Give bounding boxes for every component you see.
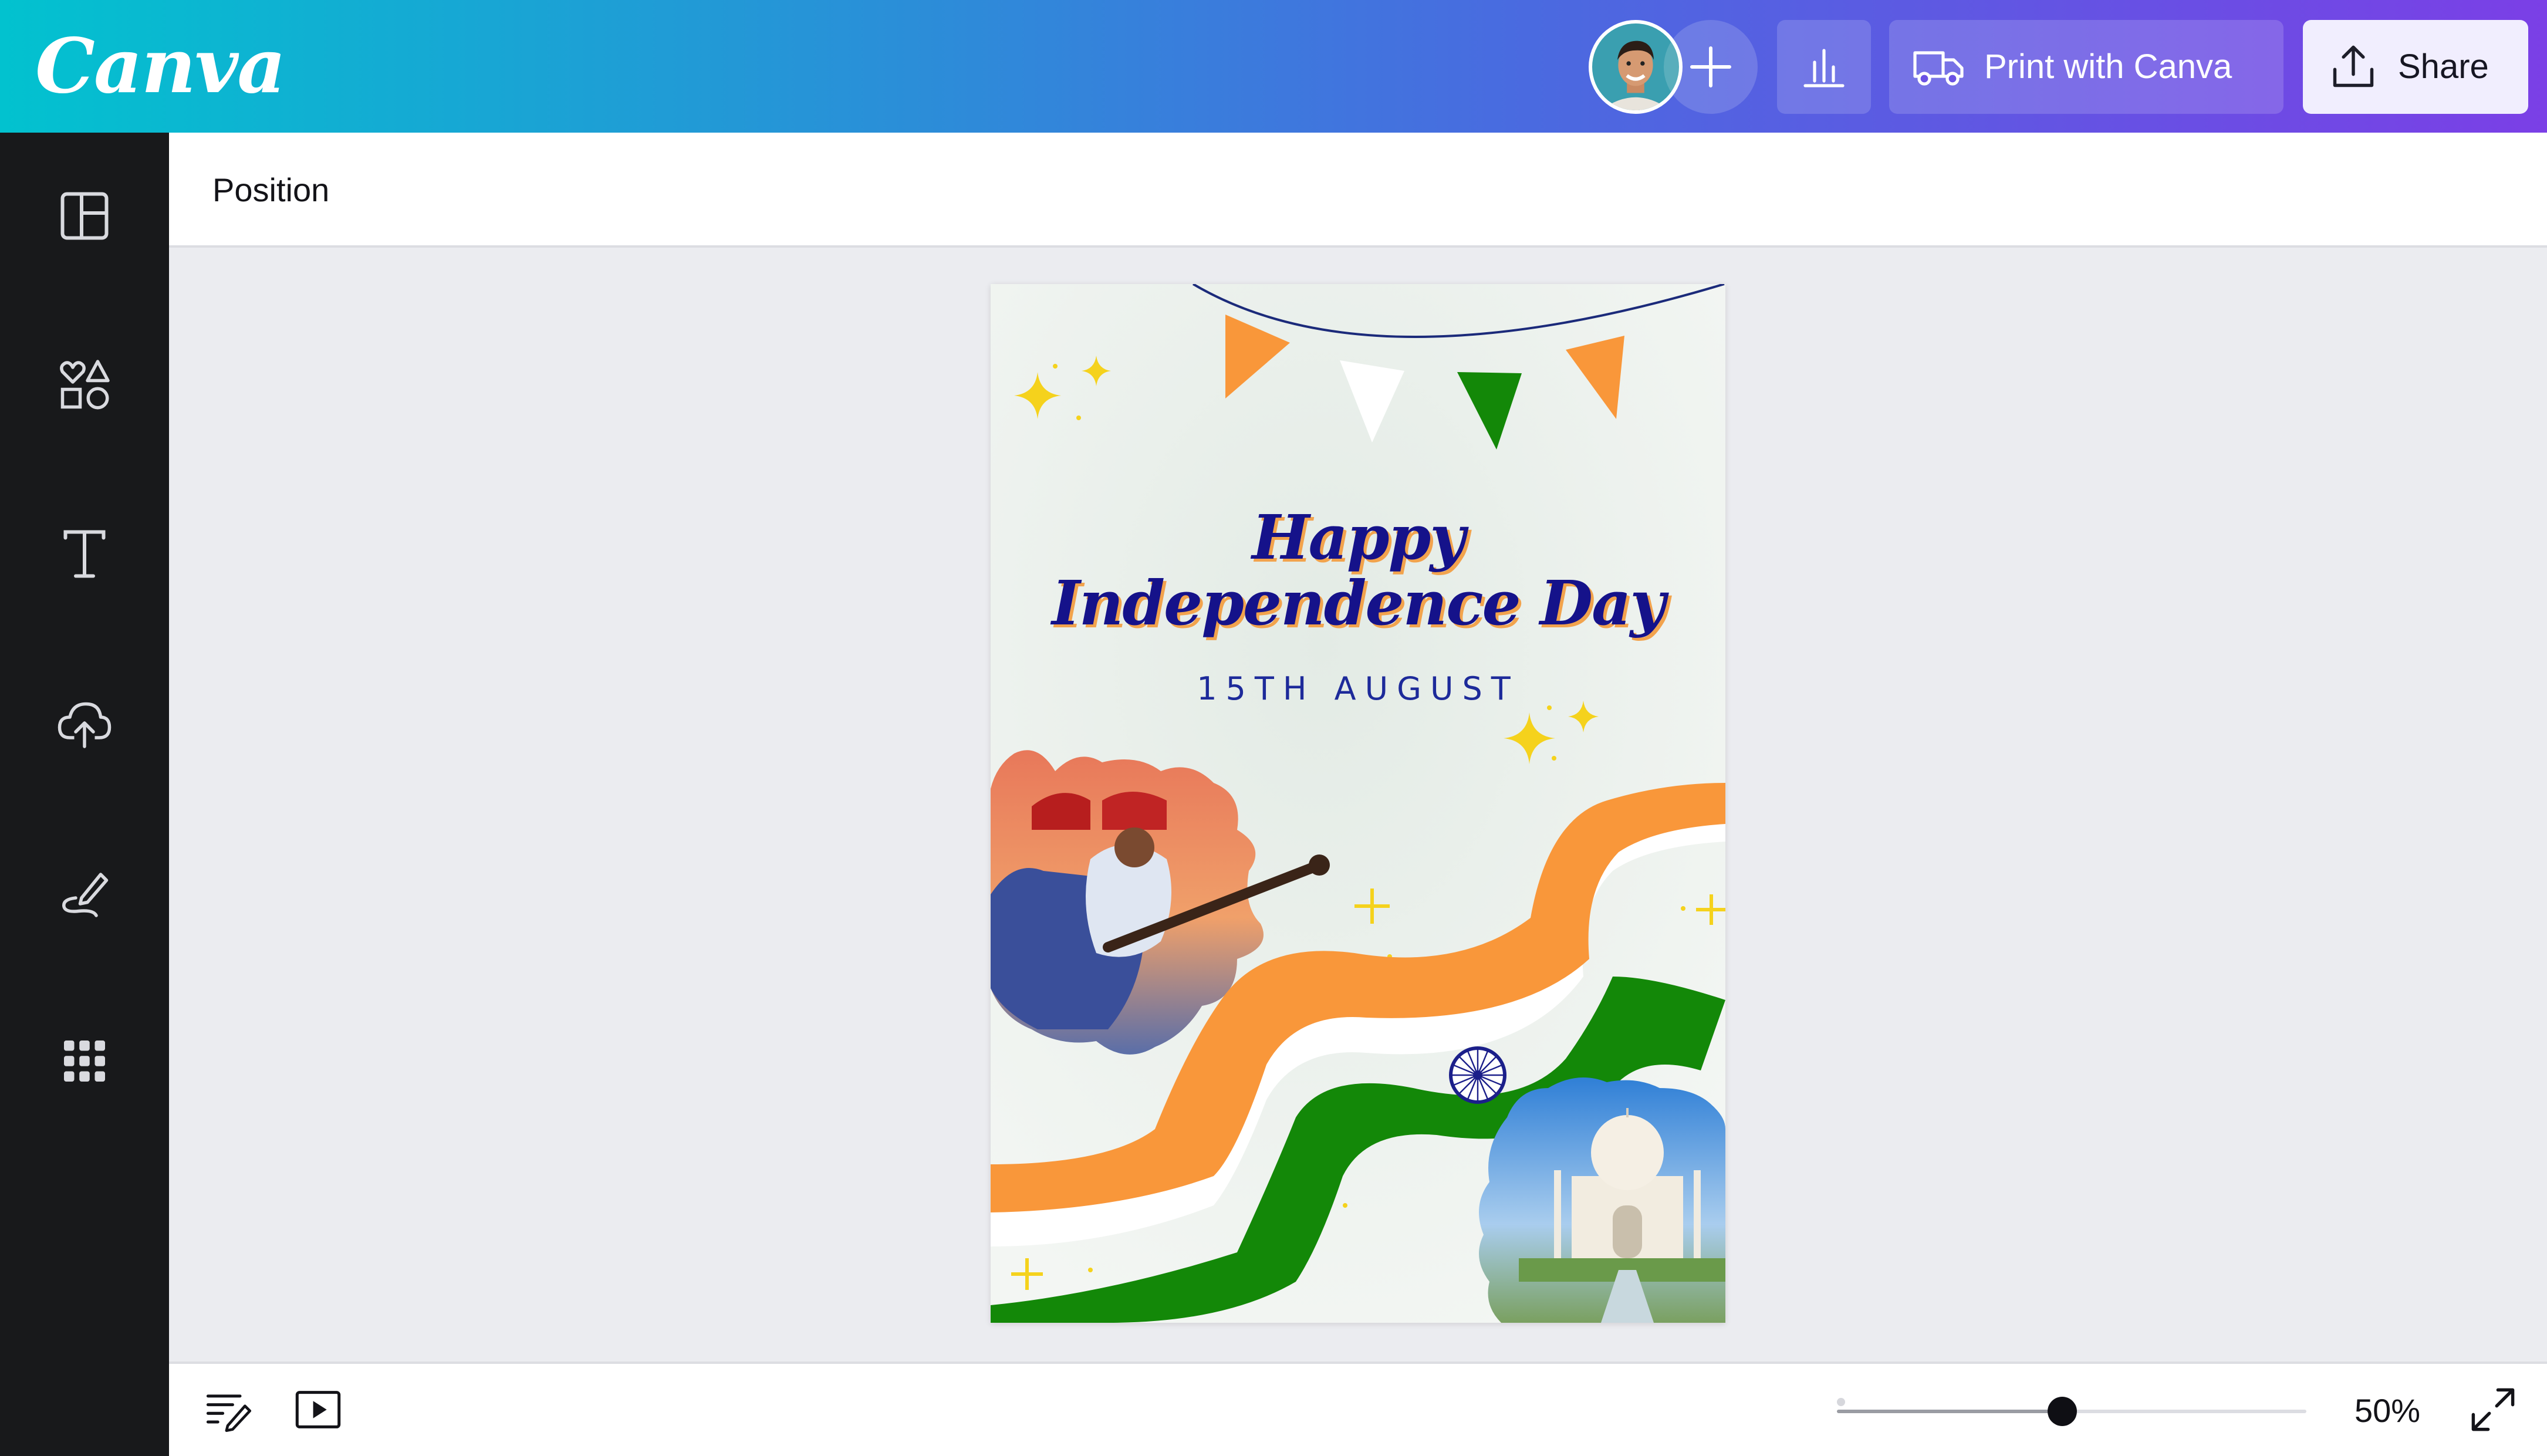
share-label: Share	[2398, 48, 2489, 86]
plus-icon	[1690, 46, 1731, 87]
zoom-slider-fill	[1837, 1410, 2062, 1413]
zoom-percentage[interactable]: 50%	[2340, 1386, 2434, 1435]
bar-chart-icon	[1803, 49, 1845, 87]
context-toolbar: Position	[169, 133, 2547, 248]
notes-icon	[206, 1394, 252, 1433]
fullscreen-button[interactable]	[2468, 1385, 2518, 1434]
sidebar-item-design[interactable]	[55, 187, 114, 245]
taj-mahal-photo	[1479, 1077, 1725, 1323]
zoom-slider[interactable]	[1837, 1397, 2306, 1426]
print-label: Print with Canva	[1984, 48, 2232, 86]
top-bar: Canva Print with Canva Share	[0, 0, 2547, 133]
expand-icon	[2471, 1388, 2515, 1431]
play-icon	[295, 1391, 341, 1428]
position-button[interactable]: Position	[208, 163, 334, 217]
zoom-slider-handle[interactable]	[2048, 1397, 2077, 1426]
add-collaborator-button[interactable]	[1664, 20, 1758, 114]
sidebar-item-elements[interactable]	[55, 356, 114, 414]
poster-title-line-1[interactable]: Happy	[991, 502, 1725, 573]
poster-subtitle[interactable]: 15TH AUGUST	[991, 670, 1725, 707]
truck-icon	[1913, 51, 1964, 86]
layout-icon	[60, 192, 109, 240]
shapes-icon	[60, 360, 110, 410]
canva-logo[interactable]: Canva	[35, 22, 286, 110]
grid-icon	[64, 1041, 105, 1082]
sidebar-item-draw[interactable]	[55, 863, 114, 921]
text-icon	[63, 530, 106, 578]
print-with-canva-button[interactable]: Print with Canva	[1889, 20, 2283, 114]
notes-button[interactable]	[203, 1385, 252, 1434]
poster-artwork	[991, 284, 1725, 1323]
side-panel-rail	[0, 133, 169, 1456]
sidebar-item-apps[interactable]	[55, 1032, 114, 1090]
sidebar-item-text[interactable]	[55, 525, 114, 583]
present-button[interactable]	[293, 1385, 343, 1434]
zoom-slider-start-dot	[1837, 1398, 1845, 1406]
upload-icon	[2333, 45, 2374, 87]
insights-button[interactable]	[1777, 20, 1871, 114]
pen-icon	[62, 873, 109, 917]
sidebar-item-uploads[interactable]	[55, 694, 114, 752]
editor-canvas: Happy Independence Day 15TH AUGUST	[169, 248, 2547, 1362]
share-button[interactable]: Share	[2303, 20, 2528, 114]
cloud-upload-icon	[58, 702, 112, 748]
design-page[interactable]: Happy Independence Day 15TH AUGUST	[991, 284, 1725, 1323]
poster-title-line-2[interactable]: Independence Day	[991, 568, 1725, 639]
bottom-bar: 50%	[169, 1362, 2547, 1456]
ashoka-chakra	[1449, 1046, 1506, 1104]
